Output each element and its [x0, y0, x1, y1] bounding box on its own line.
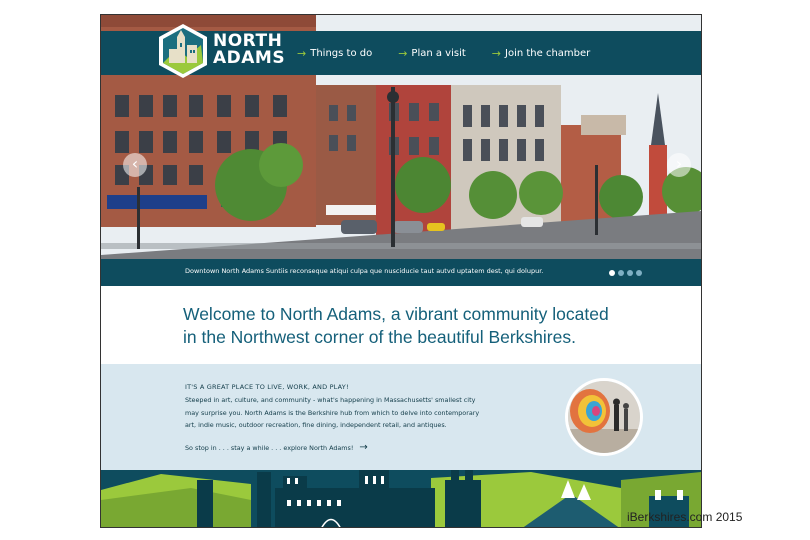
slide-caption: Downtown North Adams Suntiis reconseque …	[185, 267, 544, 275]
art-installation-photo	[565, 378, 643, 456]
explore-link[interactable]: So stop in . . . stay a while . . . expl…	[185, 442, 368, 453]
welcome-line-1: Welcome to North Adams, a vibrant commun…	[183, 304, 609, 324]
info-body-line-3: art, indie music, outdoor recreation, fi…	[185, 421, 447, 429]
slider-prev-button[interactable]: ‹	[123, 153, 147, 177]
arrow-right-icon: →	[297, 47, 307, 60]
welcome-section: Welcome to North Adams, a vibrant commun…	[101, 286, 701, 364]
slide-dot-4[interactable]	[636, 270, 642, 276]
slide-dot-3[interactable]	[627, 270, 633, 276]
nav-plan-a-visit[interactable]: → Plan a visit	[398, 47, 466, 60]
nav-label: Things to do	[310, 48, 373, 59]
art-installation-image	[568, 381, 640, 453]
website-frame: → Things to do → Plan a visit → Join the…	[100, 14, 702, 528]
welcome-line-2: in the Northwest corner of the beautiful…	[183, 327, 576, 347]
nav-join-the-chamber[interactable]: → Join the chamber	[492, 47, 591, 60]
watermark: iBerkshires.com 2015	[627, 510, 743, 524]
slide-dot-1[interactable]	[609, 270, 615, 276]
slide-caption-bar: Downtown North Adams Suntiis reconseque …	[101, 259, 701, 286]
info-body: Steeped in art, culture, and community -…	[185, 394, 530, 432]
explore-link-label: So stop in . . . stay a while . . . expl…	[185, 443, 354, 452]
city-badge-icon	[159, 24, 207, 78]
logo-wordmark: NORTH ADAMS	[213, 33, 285, 67]
info-title: IT'S A GREAT PLACE TO LIVE, WORK, AND PL…	[185, 383, 349, 391]
logo-line-2: ADAMS	[213, 48, 286, 68]
slide-pagination	[609, 270, 642, 276]
info-body-line-2: may surprise you. North Adams is the Ber…	[185, 408, 480, 417]
info-body-line-1: Steeped in art, culture, and community -…	[185, 396, 476, 404]
hero-section: → Things to do → Plan a visit → Join the…	[101, 15, 701, 286]
chevron-left-icon: ‹	[131, 154, 139, 173]
arrow-right-icon: →	[359, 442, 368, 453]
footer-city-illustration	[101, 470, 701, 527]
north-adams-logo[interactable]: NORTH ADAMS	[157, 23, 285, 79]
nav-label: Plan a visit	[411, 48, 466, 59]
welcome-heading: Welcome to North Adams, a vibrant commun…	[183, 303, 683, 349]
arrow-right-icon: →	[491, 47, 502, 60]
info-section: IT'S A GREAT PLACE TO LIVE, WORK, AND PL…	[101, 364, 701, 470]
chevron-right-icon: ›	[675, 154, 683, 173]
nav-links: → Things to do → Plan a visit → Join the…	[297, 47, 590, 60]
slide-dot-2[interactable]	[618, 270, 624, 276]
nav-things-to-do[interactable]: → Things to do	[297, 47, 372, 60]
nav-label: Join the chamber	[505, 48, 591, 59]
slider-next-button[interactable]: ›	[667, 153, 691, 177]
arrow-right-icon: →	[398, 47, 408, 60]
